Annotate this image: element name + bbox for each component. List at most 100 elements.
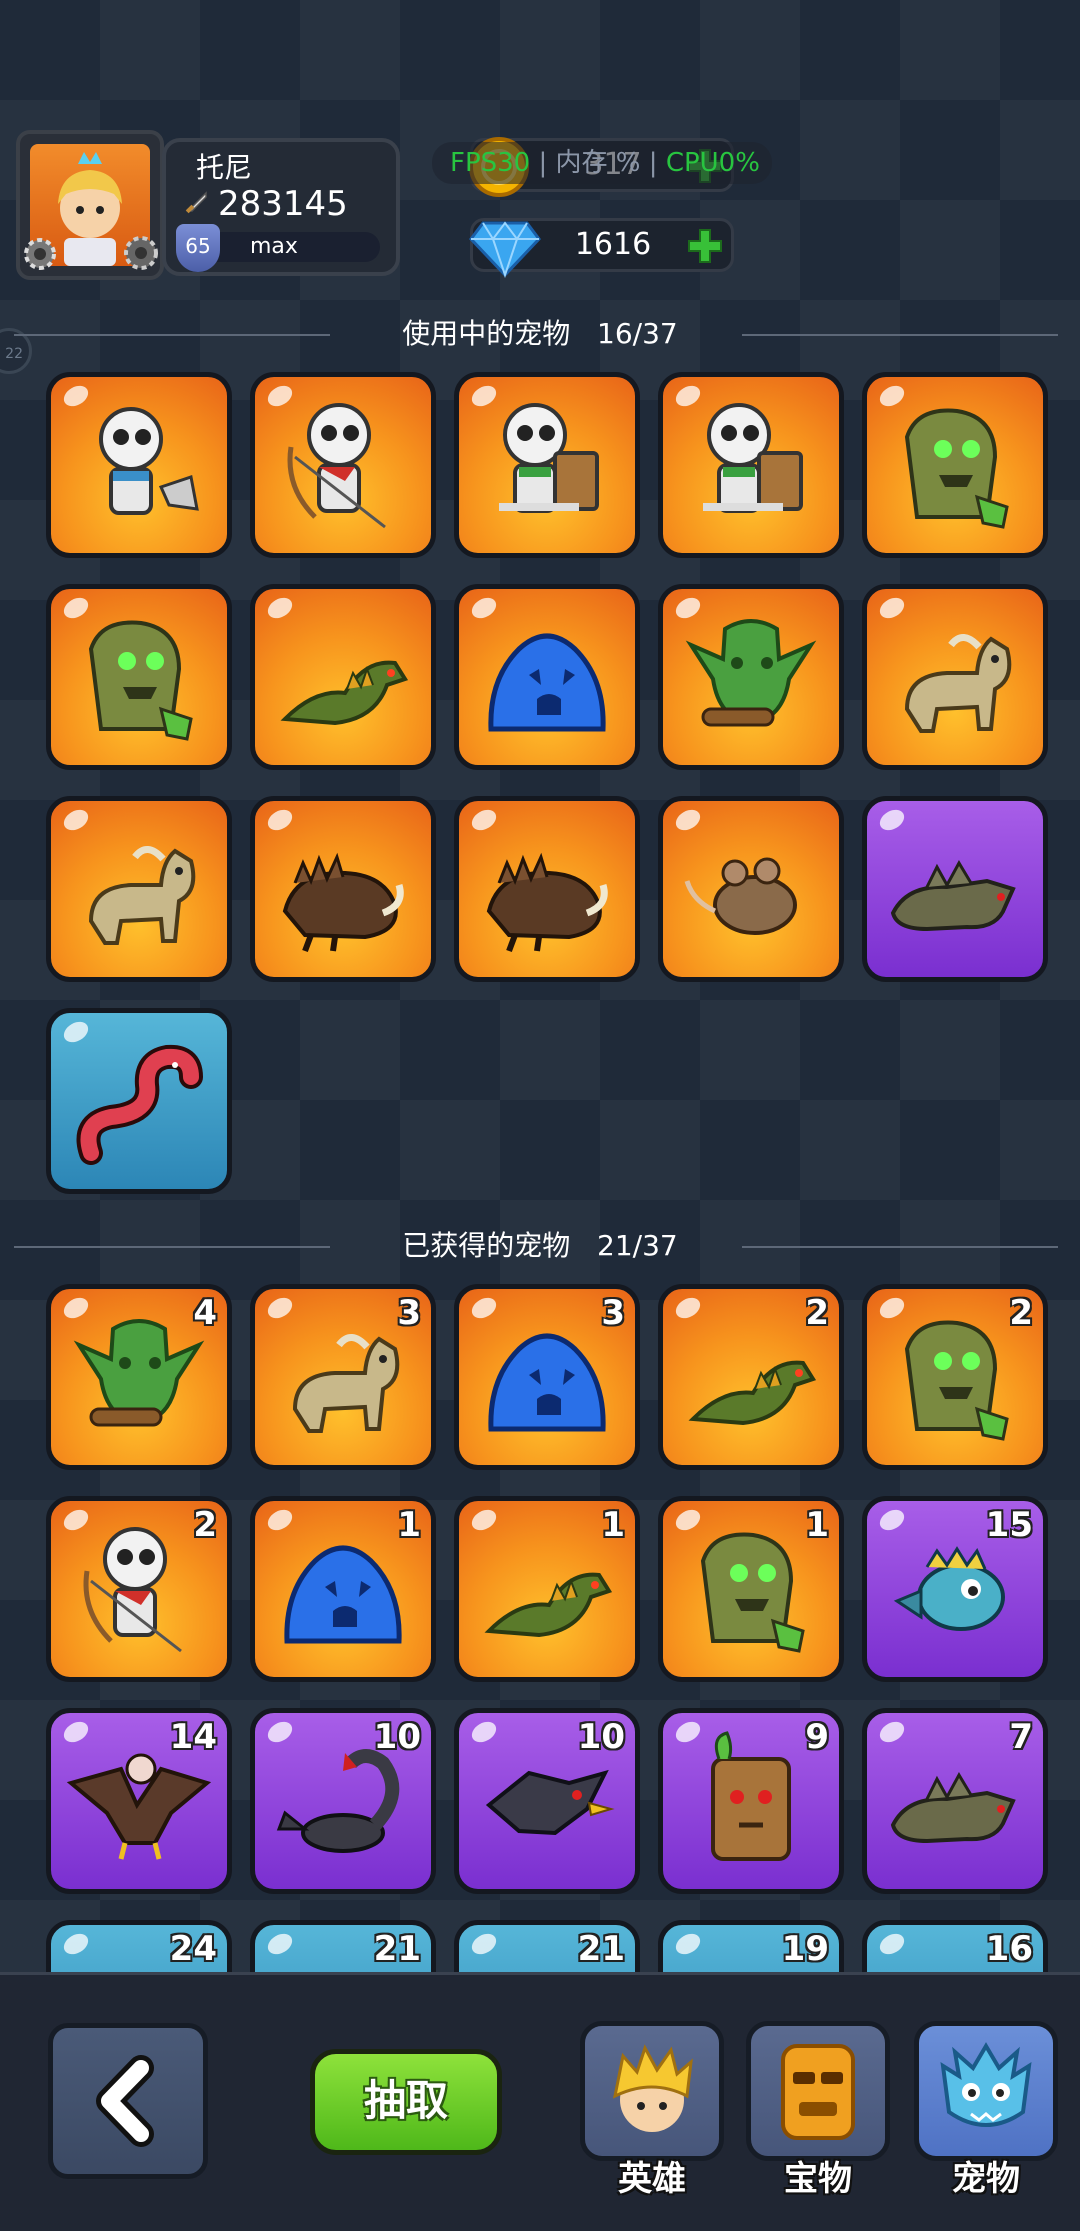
pet-count-badge: 1 (397, 1505, 421, 1545)
player-info-card: 托尼 283145 65 max (162, 138, 400, 276)
level-label: max (250, 234, 298, 259)
pet-count-badge: 24 (169, 1929, 217, 1969)
pet-count-badge: 10 (373, 1717, 421, 1757)
equipped-pet-card[interactable] (658, 584, 844, 770)
owned-pet-partial-row: 24 21 21 19 16 (0, 1920, 1080, 1972)
owned-pet-card[interactable]: 10 (454, 1708, 640, 1894)
settings-gear-icon[interactable] (20, 234, 60, 274)
equipped-pet-card[interactable] (250, 584, 436, 770)
chevron-left-icon (96, 2055, 154, 2147)
tab-hero-label: 英雄 (618, 2159, 686, 2199)
pet-count-badge: 4 (193, 1293, 217, 1333)
equipped-section-header: 使用中的宠物 16/37 (0, 314, 1080, 354)
owned-pet-card[interactable]: 15 (862, 1496, 1048, 1682)
equipped-pet-card[interactable] (862, 584, 1048, 770)
equipped-pet-card[interactable] (862, 796, 1048, 982)
owned-title: 已获得的宠物 (402, 1229, 571, 1262)
pet-count-badge: 2 (805, 1293, 829, 1333)
pet-count-badge: 9 (805, 1717, 829, 1757)
divider (14, 334, 330, 336)
pet-tab-icon (940, 2042, 1032, 2127)
bottom-bar: 抽取 英雄 宝物 宠物 (0, 1972, 1080, 2231)
owned-pet-card[interactable]: 3 (250, 1284, 436, 1470)
cpu-text: CPU0% (665, 148, 760, 178)
equipped-pet-card[interactable] (46, 1008, 232, 1194)
pet-count-badge: 3 (397, 1293, 421, 1333)
gem-counter: 1616 (469, 218, 734, 279)
pet-count-badge: 15 (985, 1505, 1033, 1545)
owned-partial-pet-card[interactable]: 19 (658, 1920, 844, 1972)
pet-count-badge: 1 (805, 1505, 829, 1545)
draw-button[interactable]: 抽取 (310, 2049, 502, 2155)
pet-count-badge: 14 (169, 1717, 217, 1757)
equipped-pet-card[interactable] (862, 372, 1048, 558)
owned-partial-pet-card[interactable]: 24 (46, 1920, 232, 1972)
tab-treasure[interactable] (746, 2021, 890, 2161)
back-button[interactable] (48, 2023, 208, 2179)
pet-count-badge: 21 (373, 1929, 421, 1969)
owned-pet-card[interactable]: 7 (862, 1708, 1048, 1894)
owned-pet-card[interactable]: 1 (454, 1496, 640, 1682)
owned-partial-pet-card[interactable]: 16 (862, 1920, 1048, 1972)
equipped-count: 16/37 (597, 317, 678, 350)
hero-icon (612, 2044, 693, 2132)
owned-pet-card[interactable]: 1 (658, 1496, 844, 1682)
equipped-pet-card[interactable] (250, 796, 436, 982)
level-bar: 65 max (176, 224, 380, 272)
pet-count-badge: 21 (577, 1929, 625, 1969)
equipped-pet-card[interactable] (454, 796, 640, 982)
pet-count-badge: 10 (577, 1717, 625, 1757)
memory-text: 内存 % (555, 148, 641, 178)
tab-treasure-label: 宝物 (784, 2159, 852, 2199)
equipped-pet-card[interactable] (658, 796, 844, 982)
equipped-pet-card[interactable] (454, 584, 640, 770)
owned-section-header: 已获得的宠物 21/37 (0, 1226, 1080, 1266)
owned-pet-card[interactable]: 10 (250, 1708, 436, 1894)
power-row: 283145 (184, 184, 348, 224)
player-name: 托尼 (196, 151, 253, 184)
level-value: 65 (185, 234, 211, 258)
owned-count: 21/37 (597, 1229, 678, 1262)
owned-pet-card[interactable]: 9 (658, 1708, 844, 1894)
owned-pet-card[interactable]: 14 (46, 1708, 232, 1894)
equipped-pet-card[interactable] (46, 796, 232, 982)
divider (742, 334, 1058, 336)
pet-count-badge: 19 (781, 1929, 829, 1969)
gear-icon (120, 232, 160, 274)
tab-pet[interactable] (914, 2021, 1058, 2161)
equipped-pet-card[interactable] (454, 372, 640, 558)
gem-icon (469, 215, 541, 283)
equipped-title: 使用中的宠物 (402, 317, 571, 350)
owned-pet-card[interactable]: 3 (454, 1284, 640, 1470)
sword-icon (184, 184, 210, 224)
debug-overlay: FPS30 | 内存 % | CPU0% (432, 142, 772, 184)
owned-pet-card[interactable]: 2 (658, 1284, 844, 1470)
power-value: 283145 (218, 184, 348, 224)
equipped-pet-card[interactable] (46, 584, 232, 770)
pet-count-badge: 7 (1009, 1717, 1033, 1757)
divider (14, 1246, 330, 1248)
level-shield-icon: 65 (176, 224, 220, 272)
equipped-pet-card[interactable] (250, 372, 436, 558)
owned-partial-pet-card[interactable]: 21 (454, 1920, 640, 1972)
tab-hero[interactable] (580, 2021, 724, 2161)
pet-count-badge: 2 (193, 1505, 217, 1545)
treasure-icon (781, 2044, 855, 2140)
owned-pet-card[interactable]: 2 (862, 1284, 1048, 1470)
owned-partial-pet-card[interactable]: 21 (250, 1920, 436, 1972)
equipped-pet-card[interactable] (46, 372, 232, 558)
pet-count-badge: 16 (985, 1929, 1033, 1969)
tab-pet-label: 宠物 (952, 2159, 1020, 2199)
add-gems-icon[interactable] (687, 228, 723, 264)
divider (742, 1246, 1058, 1248)
pet-count-badge: 3 (601, 1293, 625, 1333)
owned-pet-card[interactable]: 4 (46, 1284, 232, 1470)
owned-pet-card[interactable]: 2 (46, 1496, 232, 1682)
owned-pet-card[interactable]: 1 (250, 1496, 436, 1682)
fps-text: FPS30 (450, 148, 531, 178)
equipped-pet-card[interactable] (658, 372, 844, 558)
pet-count-badge: 1 (601, 1505, 625, 1545)
gem-value: 1616 (574, 227, 652, 262)
avatar[interactable] (16, 130, 164, 280)
pet-count-badge: 2 (1009, 1293, 1033, 1333)
